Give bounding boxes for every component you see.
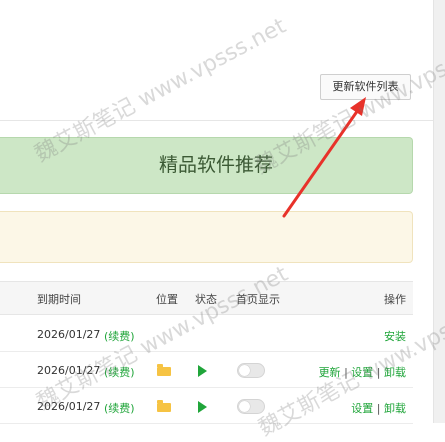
arrow-shaft xyxy=(282,108,360,218)
annotation-arrow xyxy=(282,97,366,218)
arrow-head xyxy=(350,97,366,116)
